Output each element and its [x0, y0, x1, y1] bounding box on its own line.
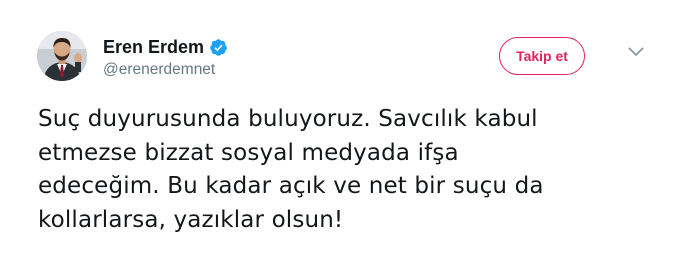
user-name-row: Eren Erdem [103, 36, 228, 58]
tweet-text-line: Suç duyurusunda buluyoruz. Savcılık kabu… [38, 106, 538, 132]
verified-badge-icon [209, 38, 228, 57]
tweet-card: Eren Erdem @erenerdemnet Takip et Suç du… [0, 0, 689, 256]
user-handle[interactable]: @erenerdemnet [103, 61, 215, 79]
tweet-text-line: edeceğim. Bu kadar açık ve net bir suçu … [38, 173, 544, 199]
follow-button-label: Takip et [516, 48, 568, 64]
tweet-text-line: kollarlarsa, yazıklar olsun! [38, 206, 344, 233]
chevron-down-icon[interactable] [628, 42, 644, 56]
tweet-text: Suç duyurusunda buluyoruz. Savcılık kabu… [38, 103, 678, 237]
follow-button[interactable]: Takip et [499, 37, 585, 75]
avatar-photo [37, 31, 87, 81]
avatar[interactable] [37, 31, 87, 81]
tweet-text-line: etmezse bizzat sosyal medyada ifşa [38, 139, 459, 166]
display-name[interactable]: Eren Erdem [103, 37, 204, 58]
